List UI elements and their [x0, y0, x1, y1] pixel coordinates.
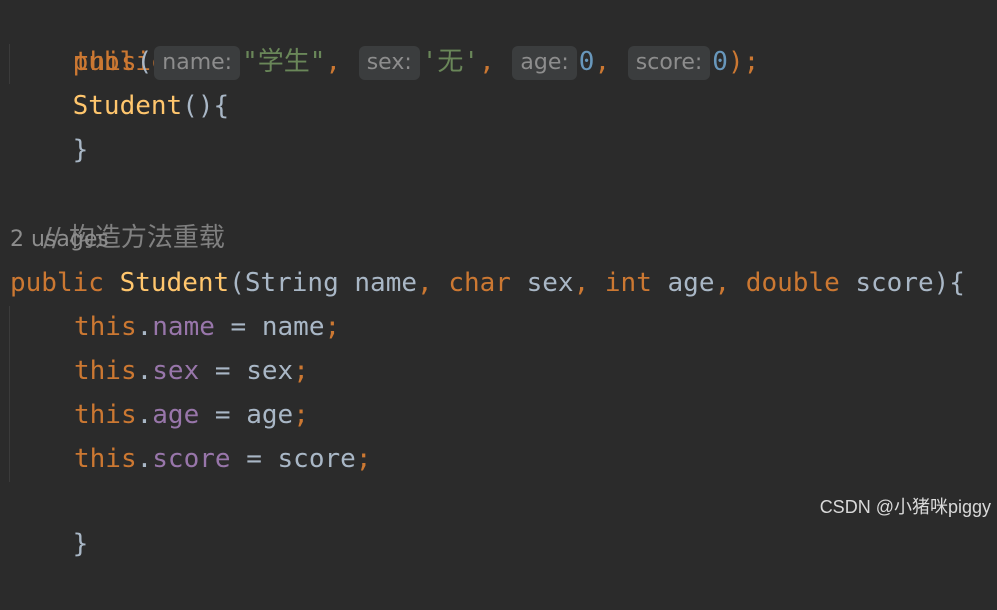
code-line: // 构造方法重载: [10, 172, 225, 253]
field-name: score: [152, 444, 231, 474]
comma: ,: [325, 47, 342, 77]
type-name: String: [244, 268, 339, 298]
punctuation: (: [136, 47, 153, 77]
semicolon: ;: [324, 312, 341, 342]
semicolon: ;: [293, 356, 309, 386]
keyword-this: this: [74, 47, 137, 77]
param-name: name: [354, 268, 418, 298]
closing-brace: }: [72, 135, 89, 165]
watermark: CSDN @小猪咪piggy: [819, 497, 991, 517]
identifier: sex: [246, 356, 294, 386]
code-line: }: [10, 84, 89, 165]
keyword-this: this: [74, 312, 137, 342]
punctuation: (){: [182, 91, 230, 121]
code-line: this.age = age;: [10, 393, 309, 437]
type-keyword: char: [448, 268, 511, 298]
code-line: this.name = name;: [10, 305, 340, 349]
parameter-hint: score:: [627, 45, 711, 80]
comma: ,: [714, 268, 731, 298]
code-line: public Student(String name, char sex, in…: [10, 261, 965, 305]
string-literal: "学生": [242, 47, 326, 77]
code-line: public Student(){: [10, 0, 230, 121]
code-line: this.sex = sex;: [10, 349, 309, 393]
keyword-this: this: [74, 444, 137, 474]
comma: ,: [479, 47, 495, 77]
parameter-hint: sex:: [358, 45, 420, 80]
code-line: this.score = score;: [10, 437, 371, 481]
number-literal: 0: [578, 47, 595, 77]
dot: .: [136, 356, 153, 386]
dot: .: [136, 400, 153, 430]
comma: ,: [594, 47, 611, 77]
semicolon: ;: [355, 444, 372, 474]
closing-brace: }: [72, 529, 89, 559]
keyword-this: this: [74, 400, 137, 430]
comma: ,: [417, 268, 433, 298]
identifier: name: [261, 312, 325, 342]
number-literal: 0: [712, 47, 728, 77]
type-keyword: double: [745, 268, 840, 298]
param-name: age: [667, 268, 715, 298]
keyword-this: this: [74, 356, 137, 386]
char-literal: '无': [421, 47, 480, 77]
parameter-hint: age:: [512, 45, 577, 80]
keyword: public: [10, 268, 104, 298]
usages-hint[interactable]: 2 usages: [10, 220, 109, 260]
operator: =: [214, 312, 262, 342]
dot: .: [136, 444, 153, 474]
identifier: score: [277, 444, 356, 474]
code-line: }: [10, 478, 89, 559]
code-line: this(name: "学生", sex: '无', age: 0, score: 0)…: [10, 40, 759, 84]
code-editor[interactable]: public Student(){ this(name: "学生", sex: '无…: [0, 0, 997, 559]
punctuation: );: [727, 47, 760, 77]
field-name: sex: [152, 356, 200, 386]
param-name: sex: [526, 268, 574, 298]
param-name: score: [855, 268, 934, 298]
type-keyword: int: [604, 268, 652, 298]
operator: =: [199, 400, 247, 430]
method-name: Student: [119, 268, 230, 298]
identifier: age: [246, 400, 294, 430]
dot: .: [136, 312, 153, 342]
semicolon: ;: [293, 400, 309, 430]
comma: ,: [573, 268, 590, 298]
operator: =: [199, 356, 247, 386]
operator: =: [230, 444, 278, 474]
punctuation: (: [229, 268, 245, 298]
punctuation: ){: [933, 268, 965, 298]
method-name: Student: [72, 91, 183, 121]
field-name: name: [152, 312, 215, 342]
field-name: age: [152, 400, 200, 430]
parameter-hint: name:: [154, 45, 241, 80]
